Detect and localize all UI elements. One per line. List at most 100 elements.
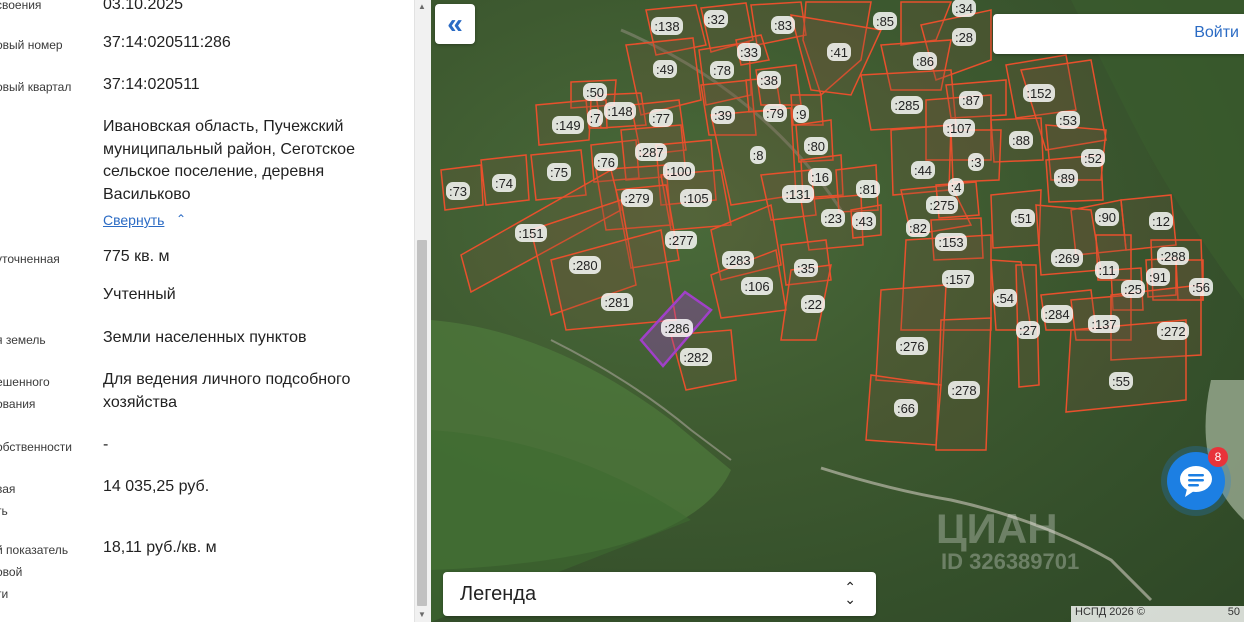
parcel-label-54[interactable]: :54 xyxy=(993,289,1017,307)
parcel-label-286[interactable]: :286 xyxy=(661,319,693,337)
parcel-label-276[interactable]: :276 xyxy=(896,337,928,355)
parcel-label-76[interactable]: :76 xyxy=(594,153,618,171)
parcel-label-106[interactable]: :106 xyxy=(741,277,773,295)
parcel-label-8[interactable]: :8 xyxy=(750,146,766,164)
parcel-number: :41 xyxy=(830,45,848,60)
parcel-label-148[interactable]: :148 xyxy=(604,102,636,120)
parcel-label-50[interactable]: :50 xyxy=(583,83,607,101)
parcel-label-43[interactable]: :43 xyxy=(852,212,876,230)
map-canvas[interactable]: :138:32:83:85:34:28:49:78:33:41:86:50:14… xyxy=(431,0,1244,622)
parcel-label-152[interactable]: :152 xyxy=(1023,84,1055,102)
scroll-up-arrow-icon[interactable]: ▲ xyxy=(418,2,426,11)
legend-select[interactable]: Легенда ⌃ ⌄ xyxy=(443,572,876,616)
parcel-label-79[interactable]: :79 xyxy=(763,104,787,122)
parcel-label-287[interactable]: :287 xyxy=(635,143,667,161)
parcel-number: :282 xyxy=(683,350,708,365)
parcel-label-100[interactable]: :100 xyxy=(663,162,695,180)
parcel-label-80[interactable]: :80 xyxy=(804,137,828,155)
parcel-label-81[interactable]: :81 xyxy=(856,180,880,198)
label-area: уточненная xyxy=(0,252,60,266)
parcel-label-86[interactable]: :86 xyxy=(913,52,937,70)
parcel-number: :76 xyxy=(597,155,615,170)
login-button[interactable]: Войти xyxy=(993,14,1244,54)
parcel-label-138[interactable]: :138 xyxy=(651,17,683,35)
parcel-label-32[interactable]: :32 xyxy=(704,10,728,28)
parcel-label-278[interactable]: :278 xyxy=(948,381,980,399)
parcel-label-89[interactable]: :89 xyxy=(1054,169,1078,187)
parcel-label-28[interactable]: :28 xyxy=(952,28,976,46)
parcel-label-41[interactable]: :41 xyxy=(827,43,851,61)
parcel-label-49[interactable]: :49 xyxy=(653,60,677,78)
parcel-label-153[interactable]: :153 xyxy=(935,233,967,251)
parcel-label-285[interactable]: :285 xyxy=(891,96,923,114)
parcel-label-288[interactable]: :288 xyxy=(1157,247,1189,265)
parcel-label-56[interactable]: :56 xyxy=(1189,278,1213,296)
parcel-label-91[interactable]: :91 xyxy=(1146,268,1170,286)
parcel-label-269[interactable]: :269 xyxy=(1051,249,1083,267)
parcel-label-282[interactable]: :282 xyxy=(680,348,712,366)
parcel-label-137[interactable]: :137 xyxy=(1088,315,1120,333)
parcel-number: :12 xyxy=(1152,214,1170,229)
parcel-label-149[interactable]: :149 xyxy=(552,116,584,134)
parcel-label-39[interactable]: :39 xyxy=(711,106,735,124)
parcel-label-16[interactable]: :16 xyxy=(808,168,832,186)
parcel-label-131[interactable]: :131 xyxy=(782,185,814,203)
parcel-label-277[interactable]: :277 xyxy=(665,231,697,249)
parcel-label-283[interactable]: :283 xyxy=(722,251,754,269)
parcel-number: :66 xyxy=(897,401,915,416)
collapse-link[interactable]: Свернуть xyxy=(103,212,164,228)
parcel-label-284[interactable]: :284 xyxy=(1041,305,1073,323)
parcel-label-33[interactable]: :33 xyxy=(737,43,761,61)
label-land-category: я земель xyxy=(0,333,46,347)
scrollbar-thumb[interactable] xyxy=(417,240,427,606)
chevron-up-icon[interactable]: ⌃ xyxy=(176,212,186,226)
parcel-label-75[interactable]: :75 xyxy=(547,163,571,181)
updown-chevron-icon: ⌃ ⌄ xyxy=(844,579,856,607)
parcel-label-55[interactable]: :55 xyxy=(1109,372,1133,390)
parcel-label-66[interactable]: :66 xyxy=(894,399,918,417)
parcel-label-38[interactable]: :38 xyxy=(757,71,781,89)
parcel-label-9[interactable]: :9 xyxy=(793,105,809,123)
parcel-label-281[interactable]: :281 xyxy=(601,293,633,311)
parcel-number: :275 xyxy=(929,198,954,213)
parcel-label-22[interactable]: :22 xyxy=(801,295,825,313)
parcel-label-23[interactable]: :23 xyxy=(821,209,845,227)
parcel-label-151[interactable]: :151 xyxy=(515,224,547,242)
parcel-label-83[interactable]: :83 xyxy=(771,16,795,34)
scroll-down-arrow-icon[interactable]: ▼ xyxy=(418,610,426,619)
parcel-label-53[interactable]: :53 xyxy=(1056,111,1080,129)
parcel-label-11[interactable]: :11 xyxy=(1095,261,1119,279)
parcel-label-88[interactable]: :88 xyxy=(1009,131,1033,149)
parcel-label-51[interactable]: :51 xyxy=(1011,209,1035,227)
parcel-label-74[interactable]: :74 xyxy=(492,174,516,192)
parcel-label-34[interactable]: :34 xyxy=(952,0,976,17)
parcel-label-275[interactable]: :275 xyxy=(926,196,958,214)
parcel-label-12[interactable]: :12 xyxy=(1149,212,1173,230)
parcel-label-3[interactable]: :3 xyxy=(968,153,984,171)
parcel-label-25[interactable]: :25 xyxy=(1121,280,1145,298)
parcel-number: :81 xyxy=(859,182,877,197)
parcel-label-44[interactable]: :44 xyxy=(911,161,935,179)
label-cadastral-quarter: овый квартал xyxy=(0,80,72,94)
parcel-label-77[interactable]: :77 xyxy=(649,109,673,127)
parcel-number: :79 xyxy=(766,106,784,121)
parcel-label-87[interactable]: :87 xyxy=(959,91,983,109)
parcel-label-105[interactable]: :105 xyxy=(680,189,712,207)
parcel-label-157[interactable]: :157 xyxy=(942,270,974,288)
parcel-label-90[interactable]: :90 xyxy=(1095,208,1119,226)
parcel-label-27[interactable]: :27 xyxy=(1016,321,1040,339)
parcel-label-52[interactable]: :52 xyxy=(1081,149,1105,167)
parcel-label-85[interactable]: :85 xyxy=(873,12,897,30)
cadastral-map[interactable]: :138:32:83:85:34:28:49:78:33:41:86:50:14… xyxy=(431,0,1244,622)
parcel-label-78[interactable]: :78 xyxy=(710,61,734,79)
parcel-label-272[interactable]: :272 xyxy=(1157,322,1189,340)
parcel-label-35[interactable]: :35 xyxy=(794,259,818,277)
parcel-label-280[interactable]: :280 xyxy=(569,256,601,274)
parcel-label-73[interactable]: :73 xyxy=(446,182,470,200)
collapse-panel-button[interactable]: « xyxy=(435,4,475,44)
parcel-label-107[interactable]: :107 xyxy=(943,119,975,137)
parcel-label-7[interactable]: :7 xyxy=(587,109,603,127)
parcel-label-82[interactable]: :82 xyxy=(906,219,930,237)
parcel-label-279[interactable]: :279 xyxy=(621,189,653,207)
parcel-label-4[interactable]: :4 xyxy=(948,178,964,196)
